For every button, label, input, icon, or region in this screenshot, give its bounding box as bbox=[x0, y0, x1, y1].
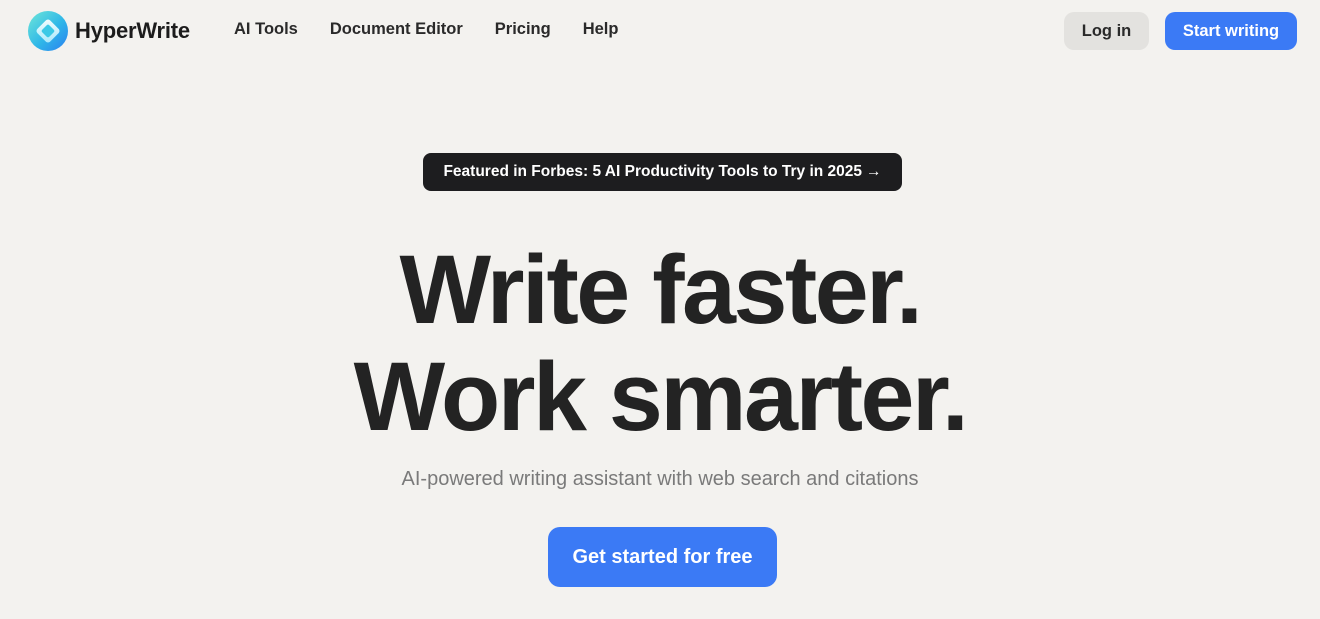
main-nav: AI Tools Document Editor Pricing Help bbox=[234, 20, 650, 39]
site-header: HyperWrite AI Tools Document Editor Pric… bbox=[0, 0, 1320, 62]
start-writing-button[interactable]: Start writing bbox=[1165, 12, 1297, 50]
nav-item-help[interactable]: Help bbox=[583, 20, 619, 39]
arrow-right-icon: → bbox=[866, 163, 882, 180]
hero-headline: Write faster. Work smarter. bbox=[0, 236, 1320, 450]
brand-logo-link[interactable]: HyperWrite bbox=[28, 11, 190, 51]
badge-text: Featured in Forbes: 5 AI Productivity To… bbox=[443, 163, 863, 180]
get-started-button[interactable]: Get started for free bbox=[548, 527, 777, 587]
nav-item-pricing[interactable]: Pricing bbox=[495, 20, 551, 39]
brand-name: HyperWrite bbox=[75, 18, 190, 43]
hero-subtitle: AI-powered writing assistant with web se… bbox=[401, 468, 919, 490]
headline-line-2: Work smarter. bbox=[353, 342, 969, 451]
nav-item-ai-tools[interactable]: AI Tools bbox=[234, 20, 298, 39]
forbes-feature-badge[interactable]: Featured in Forbes: 5 AI Productivity To… bbox=[423, 153, 902, 191]
login-button[interactable]: Log in bbox=[1064, 12, 1149, 50]
nav-item-document-editor[interactable]: Document Editor bbox=[330, 20, 463, 39]
hyperwrite-logo-icon bbox=[28, 11, 68, 51]
headline-line-1: Write faster. bbox=[399, 235, 924, 344]
